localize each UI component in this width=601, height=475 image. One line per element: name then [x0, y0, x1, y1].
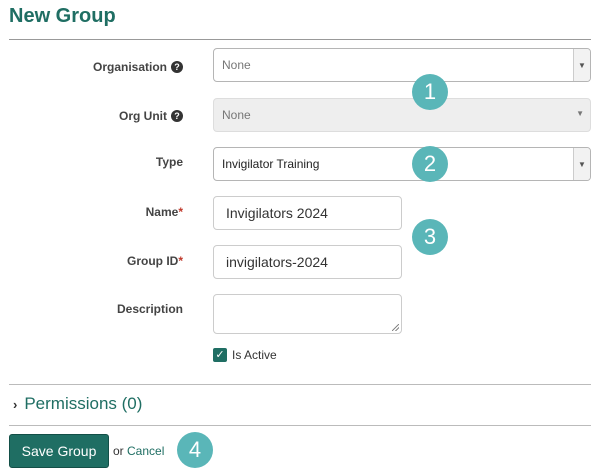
organisation-label: Organisation? [93, 60, 183, 74]
description-label: Description [116, 302, 183, 316]
permissions-label: Permissions (0) [24, 394, 143, 413]
help-icon[interactable]: ? [171, 110, 183, 122]
chevron-right-icon: › [13, 396, 18, 412]
name-label: Name* [145, 205, 183, 219]
section-divider [9, 384, 591, 385]
cancel-link[interactable]: Cancel [127, 444, 164, 458]
group-id-input[interactable]: invigilators-2024 [213, 245, 402, 279]
dropdown-arrow-icon[interactable]: ▼ [573, 49, 590, 81]
step-callout-1: 1 [412, 74, 448, 110]
section-divider [9, 425, 591, 426]
organisation-value: None [222, 58, 251, 72]
save-group-button[interactable]: Save Group [9, 434, 109, 468]
org-unit-select: None ▼ [213, 98, 591, 132]
organisation-select[interactable]: None ▼ [213, 48, 591, 82]
dropdown-arrow-icon: ▼ [576, 109, 584, 118]
help-icon[interactable]: ? [171, 61, 183, 73]
resize-grip-icon[interactable] [392, 324, 399, 331]
page-title: New Group [9, 5, 116, 27]
type-value: Invigilator Training [222, 157, 320, 171]
is-active-toggle[interactable]: ✓ Is Active [213, 348, 277, 362]
checkbox-checked-icon[interactable]: ✓ [213, 348, 227, 362]
required-marker: * [178, 254, 183, 268]
required-marker: * [178, 205, 183, 219]
step-callout-2: 2 [412, 146, 448, 182]
step-callout-3: 3 [412, 219, 448, 255]
step-callout-4: 4 [177, 432, 213, 468]
type-select[interactable]: Invigilator Training ▼ [213, 147, 591, 181]
description-textarea[interactable] [213, 294, 402, 334]
is-active-label: Is Active [232, 348, 277, 362]
org-unit-label: Org Unit? [119, 109, 183, 123]
name-input[interactable]: Invigilators 2024 [213, 196, 402, 230]
org-unit-value: None [222, 108, 251, 122]
title-divider [9, 39, 591, 40]
dropdown-arrow-icon[interactable]: ▼ [573, 148, 590, 180]
group-id-label: Group ID* [127, 254, 183, 268]
type-label: Type [155, 155, 183, 169]
permissions-toggle[interactable]: › Permissions (0) [13, 394, 142, 414]
or-cancel: or Cancel [113, 444, 165, 458]
